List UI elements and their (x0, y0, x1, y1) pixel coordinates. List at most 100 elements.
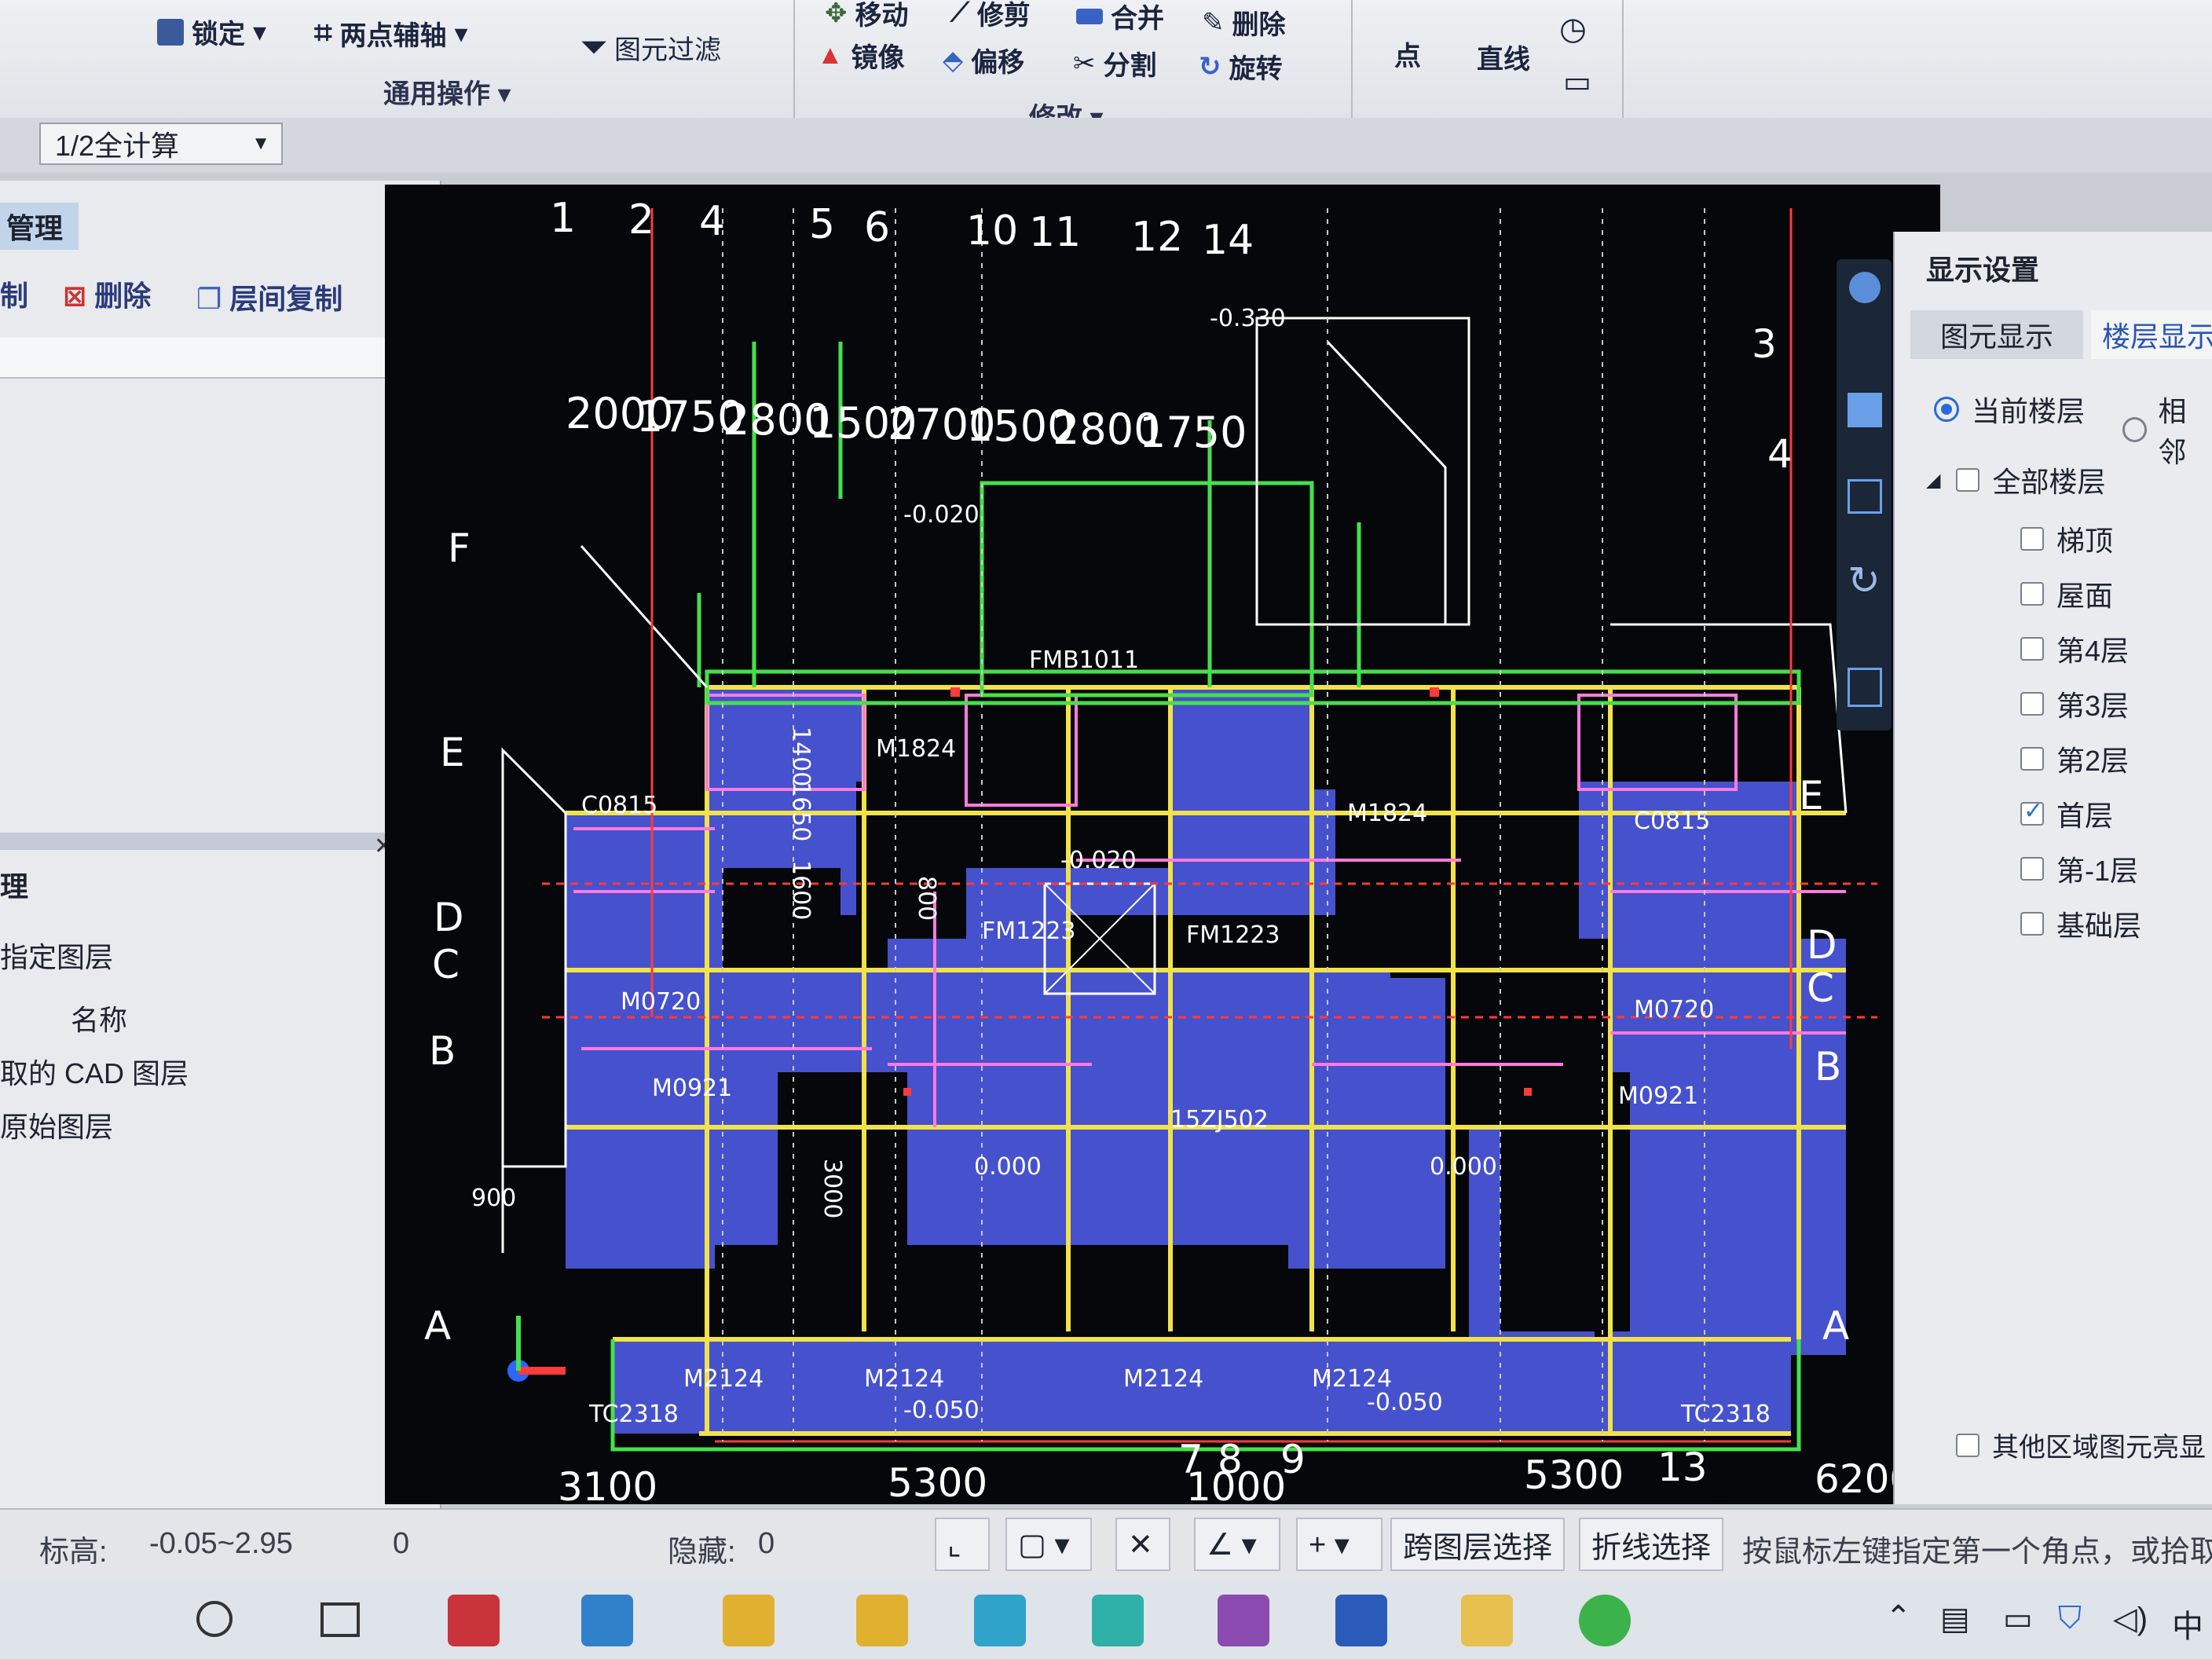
point-button[interactable]: 点 (1394, 35, 1421, 73)
divider (793, 0, 795, 118)
app-icon-folder[interactable] (1461, 1595, 1513, 1646)
rect-button[interactable]: ▭ (1563, 64, 1591, 100)
general-ops-group-label[interactable]: 通用操作 ▾ (383, 72, 511, 111)
dynamic-input-toggle[interactable]: ✕ (1115, 1518, 1170, 1571)
all-floors-checkbox[interactable]: ◢ 全部楼层 (1926, 460, 2105, 500)
split-button[interactable]: ✂ 分割 (1073, 44, 1157, 82)
layers-icon[interactable] (1848, 668, 1882, 707)
radio-adjacent-floor[interactable]: 相邻 (2122, 389, 2212, 471)
shield-icon[interactable]: ⛉ (2058, 1601, 2082, 1636)
app-icon-v[interactable] (1092, 1595, 1144, 1646)
cross-layer-select-button[interactable]: 跨图层选择 (1390, 1518, 1566, 1571)
network-icon[interactable]: ▤ (1940, 1601, 1970, 1637)
app-icon-help[interactable] (723, 1595, 775, 1646)
other-region-checkbox[interactable]: 其他区域图元亮显 (1956, 1426, 2206, 1464)
dimension-label: 1400 (787, 727, 815, 786)
room-label: M1824 (876, 735, 956, 763)
ortho-toggle[interactable]: ⌞ (935, 1518, 990, 1571)
floor-checkbox[interactable]: 屋面 (2020, 573, 2113, 614)
app-icon-cad[interactable] (581, 1595, 633, 1646)
left-panel: 管理 ✕ 制 ⊠ 删除 ❐ 层间复制 » ⌕ ✕ 理 指定图层 名称 取的 CA… (0, 181, 441, 1508)
search-input[interactable] (0, 338, 424, 379)
divider (1351, 0, 1353, 118)
tab-element-display[interactable]: 图元显示 (1910, 310, 2083, 359)
list-item[interactable]: 原始图层 (0, 1104, 113, 1145)
app-icon-autocad[interactable] (448, 1595, 500, 1646)
app-icon-help[interactable] (856, 1595, 908, 1646)
elevation-label: -0.020 (903, 501, 980, 529)
panel-divider (0, 833, 408, 850)
axis-label: A (424, 1303, 451, 1349)
axis-label: 11 (1029, 209, 1081, 256)
angle-toggle[interactable]: ∠ ▾ (1194, 1518, 1280, 1571)
arc-button[interactable]: ◷ (1559, 11, 1587, 47)
mirror-button[interactable]: ▲ 镜像 (817, 36, 905, 75)
app-icon-word[interactable] (1335, 1595, 1387, 1646)
axis-label: F (448, 526, 471, 571)
collapse-icon[interactable]: ◢ (1926, 469, 1940, 492)
list-item[interactable]: 取的 CAD 图层 (0, 1051, 189, 1092)
elevation-label: -0.330 (1210, 305, 1286, 332)
filter-icon: ⏷ (581, 30, 606, 64)
chevron-up-icon[interactable]: ⌃ (1885, 1599, 1912, 1635)
tab-floor-display[interactable]: 楼层显示 (2091, 310, 2212, 359)
room-label: FM1223 (982, 917, 1076, 945)
floor-checkbox[interactable]: 第4层 (2020, 628, 2129, 669)
filter-button[interactable]: ⏷ 图元过滤 (581, 28, 721, 67)
zero-value: 0 (393, 1527, 410, 1560)
lock-button[interactable]: 锁定 ▾ (157, 13, 266, 51)
trim-button[interactable]: ⟋ 修剪 (950, 0, 1031, 32)
search-circle-icon[interactable] (196, 1601, 233, 1637)
split-icon: ✂ (1073, 48, 1096, 79)
volume-icon[interactable]: ◁) (2113, 1601, 2148, 1637)
floor-checkbox[interactable]: 梯顶 (2020, 518, 2113, 559)
app-icon-archive[interactable] (1218, 1595, 1269, 1646)
axis-label: D (1807, 922, 1837, 968)
app-icon-wechat[interactable] (1579, 1595, 1631, 1646)
floor-checkbox[interactable]: 第3层 (2020, 683, 2129, 724)
floor-plan-drawing[interactable]: 1 2 4 5 6 10 11 12 14 2000 1750 2800 150… (385, 185, 1940, 1504)
room-label: FMB1011 (1029, 646, 1139, 674)
floor-checkbox[interactable]: 基础层 (2020, 903, 2141, 944)
room-label: M0921 (1618, 1082, 1698, 1110)
merge-icon (1076, 8, 1103, 24)
offset-button[interactable]: ⬘ 偏移 (943, 41, 1024, 79)
dimension-label: 800 (913, 876, 940, 921)
delete-button[interactable]: ✎ 删除 (1202, 3, 1286, 42)
display-icon[interactable]: ▭ (2003, 1601, 2033, 1637)
calc-mode-select[interactable]: 1/2全计算 ▼ (39, 123, 283, 165)
ime-icon[interactable]: 中 (2172, 1601, 2203, 1646)
move-button[interactable]: ✥ 移动 (825, 0, 909, 32)
floor-copy-button[interactable]: ❐ 层间复制 (196, 276, 342, 317)
merge-button[interactable]: 合并 (1076, 0, 1164, 35)
elevation-value: -0.05~2.95 (149, 1527, 293, 1560)
copy-button[interactable]: 制 (0, 273, 28, 314)
app-icon-text[interactable] (974, 1595, 1026, 1646)
cube-icon[interactable] (1848, 393, 1882, 427)
status-bar: 标高: -0.05~2.95 0 隐藏: 0 ⌞ ▢ ▾ ✕ ∠ ▾ + ▾ 跨… (0, 1508, 2212, 1582)
rotate-icon[interactable]: ↻ (1848, 558, 1881, 603)
sphere-icon[interactable] (1849, 272, 1881, 303)
polyline-select-button[interactable]: 折线选择 (1579, 1518, 1724, 1571)
task-view-icon[interactable] (320, 1602, 360, 1637)
locate-layer-button[interactable]: 指定图层 (0, 935, 113, 976)
floor-checkbox[interactable]: 首层 (2020, 793, 2113, 834)
axis-label: B (1815, 1044, 1841, 1090)
delete-floor-button[interactable]: ⊠ 删除 (63, 273, 151, 314)
box-icon[interactable] (1848, 479, 1882, 514)
offset-toggle[interactable]: + ▾ (1296, 1518, 1382, 1571)
floor-checkbox[interactable]: 第2层 (2020, 738, 2129, 779)
floor-checkbox[interactable]: 第-1层 (2020, 848, 2138, 889)
cad-canvas[interactable]: 1 2 4 5 6 10 11 12 14 2000 1750 2800 150… (385, 185, 1940, 1504)
room-label: M0720 (621, 988, 701, 1016)
snap-toggle[interactable]: ▢ ▾ (1005, 1518, 1092, 1571)
layer-panel-tab[interactable]: 理 (0, 864, 28, 905)
axis-label: C (1807, 965, 1834, 1011)
rotate-button[interactable]: ↻ 旋转 (1199, 47, 1283, 86)
rectangle-icon: ▭ (1563, 66, 1591, 99)
floor-manage-tab[interactable]: 管理 (0, 203, 79, 250)
radio-current-floor[interactable]: 当前楼层 (1934, 389, 2085, 430)
dimension-label: 3000 (819, 1159, 846, 1218)
two-point-axis-button[interactable]: ⌗ 两点辅轴 ▾ (314, 14, 468, 53)
line-button[interactable]: 直线 (1477, 38, 1530, 76)
